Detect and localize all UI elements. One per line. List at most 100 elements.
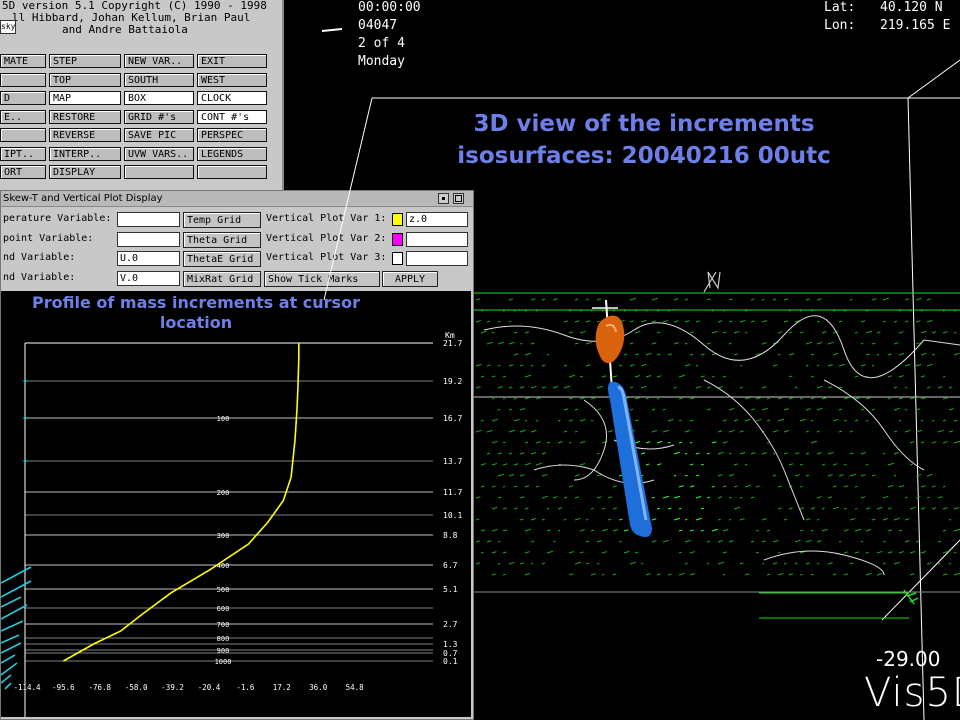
control-button-4-0[interactable] <box>0 128 46 142</box>
wind-vector <box>524 551 530 554</box>
wind-vector <box>904 386 908 389</box>
wind-vector <box>766 529 771 532</box>
control-button-5-3[interactable]: LEGENDS <box>197 146 267 161</box>
wind-vector <box>755 485 760 488</box>
wind-vector <box>574 496 580 499</box>
map-frame <box>474 292 960 619</box>
wind-vector <box>491 397 495 400</box>
wind-vector <box>579 397 586 400</box>
control-button-0-0[interactable]: MATE <box>0 54 46 68</box>
wind-vector <box>684 474 688 477</box>
grid-button[interactable]: ThetaE Grid <box>183 251 261 267</box>
grid-button[interactable]: Theta Grid <box>183 231 261 248</box>
control-button-2-1[interactable]: MAP <box>49 91 121 105</box>
wind-vector <box>612 485 617 488</box>
control-button-3-0[interactable]: E.. <box>0 109 46 124</box>
variable-field[interactable] <box>117 231 180 247</box>
pressure-tick-label: 200 <box>217 489 230 497</box>
3d-view[interactable]: 00:00:00 04047 2 of 4 Monday Lat: 40.120… <box>284 0 960 720</box>
wind-vector <box>816 364 820 367</box>
control-button-5-2[interactable]: UVW VARS.. <box>124 146 194 161</box>
wind-vector <box>546 550 554 554</box>
wind-vector <box>541 452 547 455</box>
control-button-3-3[interactable]: CONT #'s <box>197 109 267 124</box>
wind-vector <box>574 517 581 521</box>
wind-vector <box>568 441 572 444</box>
wind-vector <box>678 485 684 488</box>
control-button-6-3[interactable] <box>197 165 267 179</box>
wind-vector <box>706 342 711 345</box>
wind-vector <box>832 418 839 422</box>
wind-vector <box>618 518 623 521</box>
control-button-6-0[interactable]: ORT <box>0 165 46 179</box>
control-button-6-1[interactable]: DISPLAY <box>49 165 121 179</box>
control-button-3-2[interactable]: GRID #'s <box>124 109 194 124</box>
wind-vector <box>552 496 558 499</box>
wind-vector <box>854 396 861 400</box>
wind-vector <box>805 364 809 367</box>
wind-vector <box>865 419 869 422</box>
control-button-1-3[interactable]: WEST <box>197 72 267 87</box>
wind-vector <box>926 496 930 499</box>
wind-vector <box>827 386 833 389</box>
wind-vector <box>486 364 491 367</box>
wind-vector <box>480 551 484 554</box>
control-button-2-3[interactable]: CLOCK <box>197 91 267 105</box>
wind-vector <box>810 309 814 312</box>
wind-vector <box>838 540 842 543</box>
wind-vector <box>805 539 812 543</box>
wind-vector <box>777 397 783 400</box>
wind-vector <box>799 573 803 576</box>
wind-vector <box>931 485 936 488</box>
wind-vector <box>722 441 728 444</box>
wind-vector <box>574 320 580 323</box>
control-button-4-2[interactable]: SAVE PIC <box>124 128 194 142</box>
grid-button[interactable]: Temp Grid <box>183 212 261 228</box>
variable-label: perature Variable: <box>3 213 112 224</box>
wind-vector <box>717 474 723 477</box>
box-edge <box>323 97 373 301</box>
wind-vector <box>541 364 546 367</box>
control-button-0-1[interactable]: STEP <box>49 54 121 68</box>
wind-vector <box>942 441 948 444</box>
variable-field[interactable]: U.0 <box>117 251 180 266</box>
control-button-2-2[interactable]: BOX <box>124 91 194 105</box>
wind-vector <box>865 507 871 510</box>
control-button-1-0[interactable] <box>0 72 46 87</box>
wind-vector <box>871 298 877 301</box>
wind-vector <box>557 507 563 510</box>
control-button-2-0[interactable]: D <box>0 91 46 105</box>
wind-vector <box>601 375 607 378</box>
control-button-4-1[interactable]: REVERSE <box>49 128 121 142</box>
control-button-1-2[interactable]: SOUTH <box>124 72 194 87</box>
wind-vector <box>739 319 746 323</box>
wind-vector <box>915 540 920 543</box>
wind-vector <box>508 408 513 411</box>
series-line-z.0 <box>63 343 300 662</box>
wind-vector <box>904 320 909 323</box>
control-button-0-2[interactable]: NEW VAR.. <box>124 54 194 68</box>
control-button-0-3[interactable]: EXIT <box>197 54 267 68</box>
wind-vector <box>684 452 688 455</box>
wind-vector <box>744 463 748 466</box>
wind-vector <box>640 363 647 367</box>
wind-vector <box>475 320 482 323</box>
wind-vector <box>480 485 485 488</box>
control-button-5-1[interactable]: INTERP.. <box>49 146 121 161</box>
grid-button[interactable]: MixRat Grid <box>183 270 261 287</box>
wind-vector <box>777 551 781 554</box>
time-readout: 00:00:00 <box>358 0 421 15</box>
wind-vector <box>579 330 586 334</box>
isosurfaces <box>592 299 652 537</box>
control-button-5-0[interactable]: IPT.. <box>0 146 46 161</box>
control-button-6-2[interactable] <box>124 165 194 179</box>
lat-value: 40.120 N <box>880 0 943 15</box>
wind-vector <box>717 451 724 455</box>
wind-vector <box>519 342 523 345</box>
control-button-4-3[interactable]: PERSPEC <box>197 128 267 142</box>
variable-field[interactable] <box>117 212 180 227</box>
control-button-1-1[interactable]: TOP <box>49 72 121 87</box>
variable-field[interactable]: V.0 <box>117 270 180 286</box>
wind-vector <box>788 375 793 378</box>
control-button-3-1[interactable]: RESTORE <box>49 109 121 124</box>
